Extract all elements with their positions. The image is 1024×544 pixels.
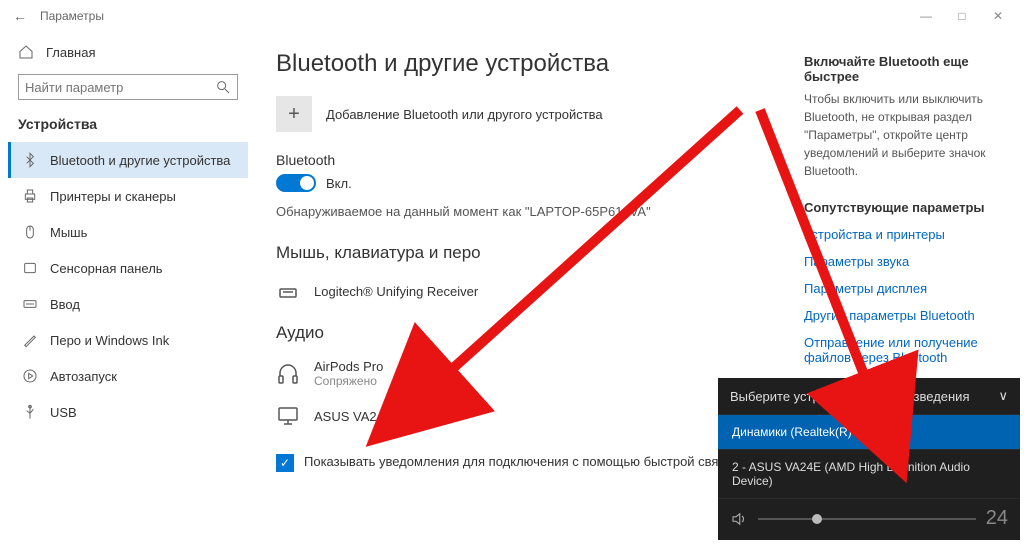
- close-button[interactable]: ✕: [980, 9, 1016, 23]
- usb-icon: [22, 404, 38, 420]
- flyout-header[interactable]: Выберите устройство воспроизведения ∨: [718, 378, 1020, 414]
- bluetooth-label: Bluetooth: [276, 152, 784, 168]
- device-name: ASUS VA24E: [314, 409, 393, 424]
- touchpad-icon: [22, 260, 38, 276]
- audio-flyout: Выберите устройство воспроизведения ∨ Ди…: [718, 378, 1020, 540]
- discoverable-text: Обнаруживаемое на данный момент как "LAP…: [276, 204, 784, 219]
- volume-row: 24: [718, 498, 1020, 540]
- toggle-state-label: Вкл.: [326, 176, 352, 191]
- checkbox-label: Показывать уведомления для подключения с…: [304, 454, 732, 469]
- sidebar-item-label: Принтеры и сканеры: [50, 189, 176, 204]
- tip-body: Чтобы включить или выключить Bluetooth, …: [804, 90, 1012, 180]
- flyout-item-asus[interactable]: 2 - ASUS VA24E (AMD High Definition Audi…: [718, 449, 1020, 498]
- tip-head: Включайте Bluetooth еще быстрее: [804, 54, 1012, 84]
- flyout-item-speakers[interactable]: Динамики (Realtek(R) Audio): [718, 414, 1020, 449]
- link-display-settings[interactable]: Параметры дисплея: [804, 275, 1012, 302]
- sidebar-item-label: Сенсорная панель: [50, 261, 163, 276]
- flyout-title: Выберите устройство воспроизведения: [730, 389, 969, 404]
- headphones-icon: [276, 362, 300, 386]
- bluetooth-toggle[interactable]: [276, 174, 316, 192]
- sidebar-item-label: USB: [50, 405, 77, 420]
- add-device-label: Добавление Bluetooth или другого устройс…: [326, 107, 603, 122]
- sidebar-item-label: Bluetooth и другие устройства: [50, 153, 230, 168]
- maximize-button[interactable]: □: [944, 9, 980, 23]
- link-sound-settings[interactable]: Параметры звука: [804, 248, 1012, 275]
- receiver-icon: [276, 279, 300, 303]
- bluetooth-icon: [22, 152, 38, 168]
- printer-icon: [22, 188, 38, 204]
- section-mouse-head: Мышь, клавиатура и перо: [276, 243, 784, 263]
- sidebar-item-autoplay[interactable]: Автозапуск: [8, 358, 248, 394]
- sidebar-item-label: Мышь: [50, 225, 87, 240]
- device-status: Сопряжено: [314, 374, 383, 388]
- search-icon: [215, 79, 231, 95]
- volume-slider[interactable]: [758, 518, 976, 520]
- window-controls: — □ ✕: [908, 9, 1016, 23]
- volume-value: 24: [986, 507, 1008, 530]
- autoplay-icon: [22, 368, 38, 384]
- chevron-down-icon: ∨: [998, 388, 1008, 404]
- nav-home-label: Главная: [46, 45, 95, 60]
- sidebar-item-pen[interactable]: Перо и Windows Ink: [8, 322, 248, 358]
- page-title: Bluetooth и другие устройства: [276, 50, 784, 78]
- pen-icon: [22, 332, 38, 348]
- search-input[interactable]: [25, 80, 215, 95]
- related-head: Сопутствующие параметры: [804, 200, 1012, 215]
- search-box[interactable]: [18, 74, 238, 100]
- titlebar: ← Параметры — □ ✕: [0, 0, 1024, 32]
- sidebar: Главная Устройства Bluetooth и другие ус…: [0, 32, 248, 544]
- keyboard-icon: [22, 296, 38, 312]
- monitor-icon: [276, 404, 300, 428]
- sidebar-item-printers[interactable]: Принтеры и сканеры: [8, 178, 248, 214]
- device-logitech[interactable]: Logitech® Unifying Receiver: [276, 273, 784, 313]
- link-more-bluetooth[interactable]: Другие параметры Bluetooth: [804, 302, 1012, 329]
- nav-home[interactable]: Главная: [8, 36, 248, 68]
- sidebar-item-mouse[interactable]: Мышь: [8, 214, 248, 250]
- back-button[interactable]: ←: [8, 8, 32, 24]
- sidebar-item-label: Перо и Windows Ink: [50, 333, 169, 348]
- device-name: AirPods Pro: [314, 359, 383, 374]
- checkbox-checked-icon: ✓: [276, 454, 294, 472]
- home-icon: [18, 44, 34, 60]
- sidebar-section-head: Устройства: [8, 108, 248, 142]
- minimize-button[interactable]: —: [908, 9, 944, 23]
- device-airpods[interactable]: AirPods Pro Сопряжено: [276, 353, 784, 398]
- sidebar-item-label: Ввод: [50, 297, 80, 312]
- mouse-icon: [22, 224, 38, 240]
- plus-icon: +: [276, 96, 312, 132]
- window-title: Параметры: [40, 9, 104, 23]
- link-send-receive-bt[interactable]: Отправление или получение файлов через B…: [804, 329, 1012, 371]
- add-device-button[interactable]: + Добавление Bluetooth или другого устро…: [276, 96, 784, 132]
- speaker-icon: [730, 510, 748, 528]
- device-name: Logitech® Unifying Receiver: [314, 284, 478, 299]
- device-asus[interactable]: ASUS VA24E: [276, 398, 784, 438]
- link-devices-printers[interactable]: Устройства и принтеры: [804, 221, 1012, 248]
- sidebar-item-usb[interactable]: USB: [8, 394, 248, 430]
- sidebar-item-touchpad[interactable]: Сенсорная панель: [8, 250, 248, 286]
- sidebar-item-label: Автозапуск: [50, 369, 117, 384]
- sidebar-item-bluetooth[interactable]: Bluetooth и другие устройства: [8, 142, 248, 178]
- section-audio-head: Аудио: [276, 323, 784, 343]
- notifications-checkbox-row[interactable]: ✓ Показывать уведомления для подключения…: [276, 454, 736, 472]
- sidebar-item-typing[interactable]: Ввод: [8, 286, 248, 322]
